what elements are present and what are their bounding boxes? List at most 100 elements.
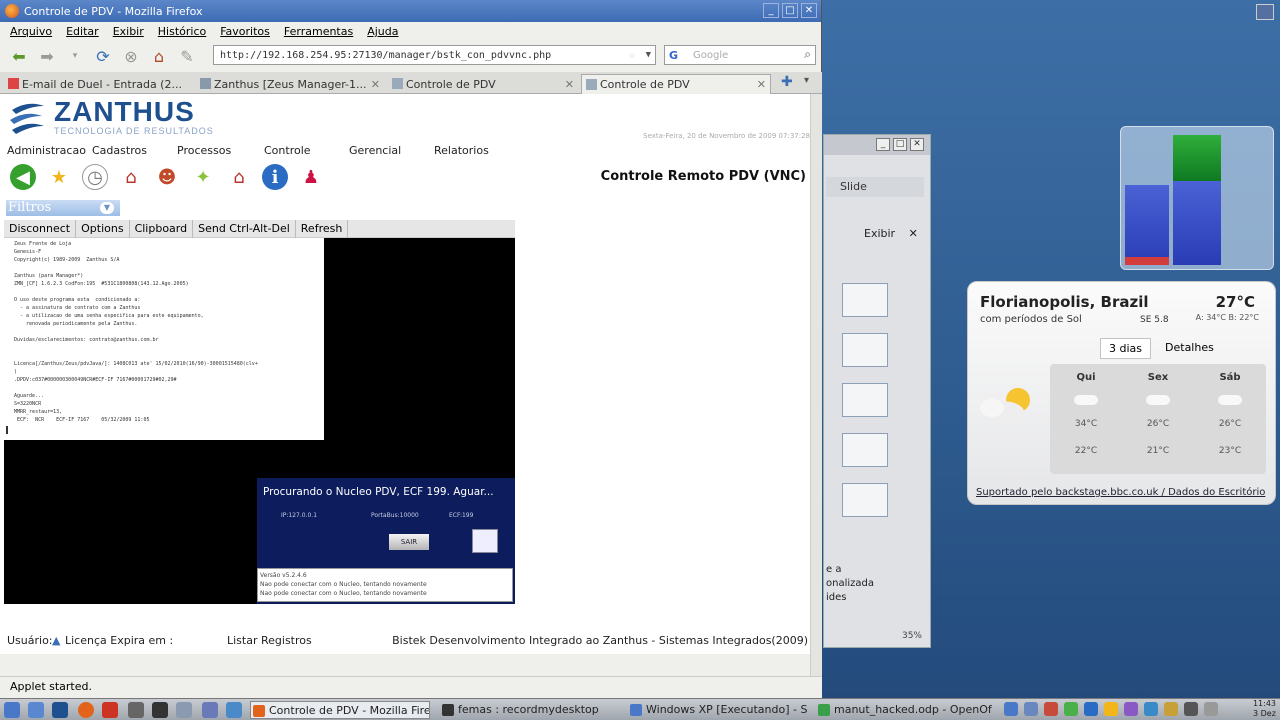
tab-controle-pdv-1[interactable]: Controle de PDV ✕: [388, 74, 578, 94]
oo-minimize-button[interactable]: _: [876, 138, 890, 151]
reload-icon[interactable]: ⟳: [92, 46, 114, 66]
minimize-button[interactable]: _: [763, 3, 779, 18]
options-button[interactable]: Options: [76, 219, 130, 238]
menu-arquivo[interactable]: Arquivo: [10, 25, 52, 38]
user-icon[interactable]: ☻: [154, 164, 180, 190]
disconnect-button[interactable]: Disconnect: [4, 219, 77, 238]
task-openoffice[interactable]: manut_hacked.odp - OpenOf: [816, 701, 996, 719]
favorite-star-icon[interactable]: ★: [46, 164, 72, 190]
refresh-button[interactable]: Refresh: [296, 219, 349, 238]
bookmark-star-icon[interactable]: ☆: [629, 50, 635, 61]
tab-email[interactable]: E-mail de Duel - Entrada (2...: [4, 74, 194, 94]
tab-close-icon[interactable]: ✕: [757, 78, 766, 91]
ctrl-alt-del-button[interactable]: Send Ctrl-Alt-Del: [193, 219, 296, 238]
forward-arrow-icon[interactable]: ➡: [36, 46, 58, 66]
layout-thumbnail[interactable]: [842, 333, 888, 367]
google-icon[interactable]: G: [669, 49, 678, 62]
menu-ajuda[interactable]: Ajuda: [367, 25, 398, 38]
maximize-button[interactable]: □: [782, 3, 798, 18]
tab-controle-pdv-2[interactable]: Controle de PDV ✕: [581, 74, 771, 94]
tab-close-icon[interactable]: ✕: [371, 78, 380, 91]
back-icon[interactable]: ◀: [10, 164, 36, 190]
terminal-icon[interactable]: [152, 702, 168, 718]
task-windows-xp[interactable]: Windows XP [Executando] - Su: [628, 701, 808, 719]
tab-detalhes[interactable]: Detalhes: [1157, 338, 1222, 359]
tray-icon[interactable]: [1064, 702, 1078, 716]
calc-icon[interactable]: [128, 702, 144, 718]
store-add-icon[interactable]: ⌂: [226, 164, 252, 190]
search-box[interactable]: G Google ⌕: [664, 45, 816, 65]
tray-icon[interactable]: [1044, 702, 1058, 716]
oo-maximize-button[interactable]: □: [893, 138, 907, 151]
tray-icon[interactable]: [1144, 702, 1158, 716]
files-icon[interactable]: [28, 702, 44, 718]
menu-cadastros[interactable]: Cadastros: [92, 144, 147, 157]
layout-thumbnail[interactable]: [842, 283, 888, 317]
menu-gerencial[interactable]: Gerencial: [349, 144, 401, 157]
tab-list-icon[interactable]: ▾: [804, 75, 809, 86]
layout-thumbnail[interactable]: [842, 433, 888, 467]
tab-zanthus[interactable]: Zanthus [Zeus Manager-1... ✕: [196, 74, 384, 94]
weather-credit-link[interactable]: Suportado pelo backstage.bbc.co.uk / Dad…: [976, 487, 1265, 498]
sair-button[interactable]: SAIR: [389, 534, 429, 550]
clock-icon[interactable]: ◷: [82, 164, 108, 190]
filtros-panel[interactable]: Filtros ▼: [6, 200, 120, 216]
close-button[interactable]: ✕: [801, 3, 817, 18]
package-icon[interactable]: [226, 702, 242, 718]
bookmark-tool-icon[interactable]: ✎: [176, 46, 198, 66]
help-person-icon[interactable]: ♟: [298, 164, 324, 190]
tab-close-icon[interactable]: ✕: [565, 78, 574, 91]
tray-icon[interactable]: [1104, 702, 1118, 716]
menu-editar[interactable]: Editar: [66, 25, 99, 38]
stop-icon[interactable]: ⊗: [120, 46, 142, 66]
listar-registros-link[interactable]: Listar Registros: [227, 634, 312, 647]
menu-controle[interactable]: Controle: [264, 144, 311, 157]
tray-icon[interactable]: [1184, 702, 1198, 716]
taskbar-clock[interactable]: 11:43 3 Dez: [1253, 699, 1276, 719]
home-icon[interactable]: ⌂: [148, 46, 170, 66]
oo-close-button[interactable]: ✕: [910, 138, 924, 151]
task-firefox[interactable]: Controle de PDV - Mozilla Firefox: [250, 701, 430, 719]
task-recordmydesktop[interactable]: femas : recordmydesktop: [440, 701, 620, 719]
url-dropdown-icon[interactable]: ▼: [646, 50, 651, 60]
terminal-launcher-icon[interactable]: [52, 702, 68, 718]
clipboard-button[interactable]: Clipboard: [130, 219, 194, 238]
slide-menu[interactable]: Slide: [826, 177, 924, 197]
menu-historico[interactable]: Histórico: [158, 25, 206, 38]
tray-icon[interactable]: [1084, 702, 1098, 716]
vnc-screen[interactable]: Zeus Frente de Loja Genesis-F Copyright(c)…: [4, 238, 515, 604]
page-scrollbar[interactable]: [810, 94, 822, 676]
tray-icon[interactable]: [1164, 702, 1178, 716]
menu-administracao[interactable]: Administracao: [7, 144, 86, 157]
firefox-launcher-icon[interactable]: [78, 702, 94, 718]
desktop-corner-icon[interactable]: [1256, 4, 1274, 20]
volume-icon[interactable]: [1204, 702, 1218, 716]
url-bar[interactable]: http://192.168.254.95:27130/manager/bstk…: [213, 45, 656, 65]
history-dropdown-icon[interactable]: ▾: [64, 46, 86, 66]
tab-3-dias[interactable]: 3 dias: [1100, 338, 1152, 359]
chevron-down-icon[interactable]: ▼: [100, 202, 114, 214]
back-arrow-icon[interactable]: ⬅: [8, 46, 30, 66]
desktop-icon[interactable]: [4, 702, 20, 718]
menu-relatorios[interactable]: Relatorios: [434, 144, 489, 157]
menu-exibir[interactable]: Exibir: [113, 25, 144, 38]
editor-icon[interactable]: [176, 702, 192, 718]
layout-thumbnail[interactable]: [842, 483, 888, 517]
info-icon[interactable]: i: [262, 164, 288, 190]
tray-icon[interactable]: [1004, 702, 1018, 716]
new-tab-icon[interactable]: ✚: [781, 74, 793, 90]
menu-ferramentas[interactable]: Ferramentas: [284, 25, 353, 38]
window-icon[interactable]: [472, 529, 498, 553]
zoom-level[interactable]: 35%: [902, 631, 922, 641]
search-icon[interactable]: ⌕: [804, 47, 811, 62]
menu-processos[interactable]: Processos: [177, 144, 231, 157]
tray-icon[interactable]: [1124, 702, 1138, 716]
close-icon[interactable]: ✕: [909, 227, 918, 240]
tray-icon[interactable]: [1024, 702, 1038, 716]
network-icon[interactable]: [202, 702, 218, 718]
store-icon[interactable]: ⌂: [118, 164, 144, 190]
filezilla-icon[interactable]: [102, 702, 118, 718]
add-favorite-icon[interactable]: ✦: [190, 164, 216, 190]
exibir-panel-header[interactable]: Exibir ✕: [826, 225, 924, 243]
menu-favoritos[interactable]: Favoritos: [220, 25, 270, 38]
